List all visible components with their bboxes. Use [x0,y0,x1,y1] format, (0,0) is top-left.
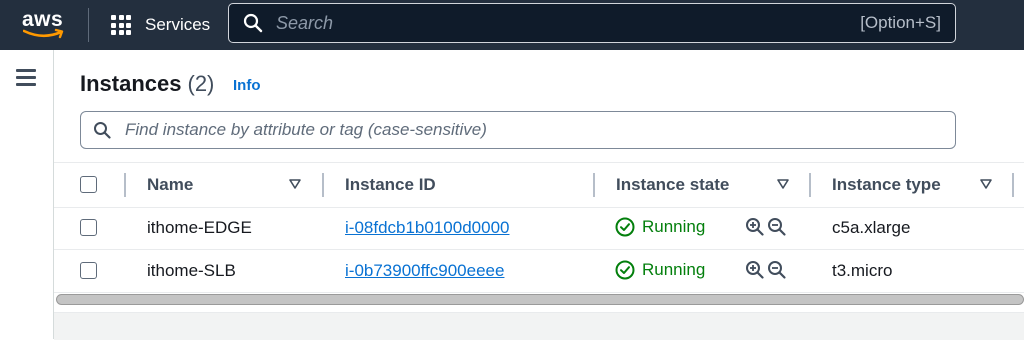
page-title-text: Instances [80,71,182,96]
column-separator[interactable] [1012,173,1014,197]
sort-icon[interactable] [777,179,789,189]
column-header-instance-id[interactable]: Instance ID [345,175,436,195]
table-footer [54,312,1024,340]
state-zoom-controls [745,260,787,280]
column-separator[interactable] [593,173,595,197]
filter-placeholder: Find instance by attribute or tag (case-… [125,120,487,139]
side-navigation [0,50,54,339]
instance-count: (2) [187,71,215,96]
instance-id-link[interactable]: i-0b73900ffc900eeee [345,261,504,281]
instance-id-link[interactable]: i-08fdcb1b0100d0000 [345,218,509,238]
instance-state-text: Running [642,260,706,279]
column-header-name[interactable]: Name [147,175,193,195]
instance-name: ithome-SLB [147,261,236,280]
services-label: Services [145,15,211,34]
column-separator[interactable] [322,173,324,197]
nav-divider [88,8,89,42]
sort-icon[interactable] [980,179,992,189]
instance-type: c5a.xlarge [832,218,911,237]
column-separator[interactable] [809,173,811,197]
page-title: Instances (2) [80,71,214,97]
row-checkbox[interactable] [80,262,97,279]
check-circle-icon [615,217,635,237]
aws-smile-icon [23,28,64,39]
table-row[interactable]: ithome-SLB i-0b73900ffc900eeee Running t… [54,249,1024,293]
zoom-in-icon[interactable] [745,260,765,280]
services-menu-button[interactable]: Services [111,12,210,38]
column-header-instance-state[interactable]: Instance state [616,175,729,195]
table-header: Name Instance ID Instance state Instance… [54,162,1024,208]
grid-icon [111,15,131,35]
global-search-input[interactable]: Search [Option+S] [228,3,956,43]
zoom-out-icon[interactable] [767,217,787,237]
column-header-instance-type[interactable]: Instance type [832,175,941,195]
zoom-out-icon[interactable] [767,260,787,280]
status-badge: Running [615,217,705,237]
zoom-in-icon[interactable] [745,217,765,237]
check-circle-icon [615,260,635,280]
sort-icon[interactable] [289,179,301,189]
instance-type: t3.micro [832,261,893,280]
state-zoom-controls [745,217,787,237]
hamburger-icon[interactable] [16,69,36,86]
column-separator [124,173,126,197]
search-icon [94,122,111,139]
status-badge: Running [615,260,705,280]
main-content: Instances (2) Info Find instance by attri… [54,50,1024,340]
instance-name: ithome-EDGE [147,218,252,237]
horizontal-scrollbar[interactable] [56,294,1024,305]
instance-filter-input[interactable]: Find instance by attribute or tag (case-… [80,111,956,149]
top-navigation: aws Services Search [Option+S] [0,0,1024,50]
row-checkbox[interactable] [80,219,97,236]
instance-state-text: Running [642,217,706,236]
search-icon [243,13,263,33]
search-shortcut-hint: [Option+S] [860,13,941,32]
search-placeholder: Search [276,13,334,33]
select-all-checkbox[interactable] [80,176,97,193]
table-row[interactable]: ithome-EDGE i-08fdcb1b0100d0000 Running … [54,206,1024,250]
aws-logo[interactable]: aws [20,6,68,44]
info-link[interactable]: Info [233,77,261,94]
